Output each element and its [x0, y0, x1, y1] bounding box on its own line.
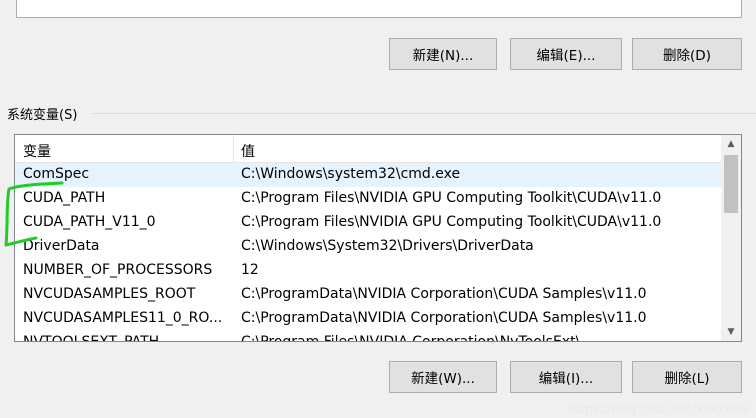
- user-var-new-button[interactable]: 新建(N)...: [389, 38, 497, 70]
- column-header-value[interactable]: 值: [241, 141, 255, 161]
- scrollbar-thumb[interactable]: [724, 155, 738, 213]
- variable-value: C:\ProgramData\NVIDIA Corporation\CUDA S…: [241, 286, 647, 302]
- table-row[interactable]: CUDA_PATH_V11_0 C:\Program Files\NVIDIA …: [15, 211, 721, 235]
- variable-value: C:\Windows\system32\cmd.exe: [241, 166, 461, 182]
- table-row[interactable]: NUMBER_OF_PROCESSORS 12: [15, 259, 721, 283]
- variable-name: CUDA_PATH: [23, 190, 106, 206]
- variable-value: 12: [241, 262, 259, 278]
- variable-value: C:\Program Files\NVIDIA GPU Computing To…: [241, 214, 662, 230]
- watermark: https://blog.csdn.net/xxxxxbai: [567, 402, 750, 416]
- system-var-new-button[interactable]: 新建(W)...: [389, 361, 497, 393]
- section-divider: [92, 113, 756, 114]
- variable-value: C:\Windows\System32\Drivers\DriverData: [241, 238, 534, 254]
- variable-name: ComSpec: [23, 166, 90, 182]
- variable-value: C:\Program Files\NVIDIA GPU Computing To…: [241, 190, 662, 206]
- column-divider[interactable]: [233, 135, 234, 162]
- user-variables-list[interactable]: [16, 0, 742, 18]
- variable-value: C:\ProgramData\NVIDIA Corporation\CUDA S…: [241, 310, 647, 326]
- system-variables-list[interactable]: 变量 值 ComSpec C:\Windows\system32\cmd.exe…: [14, 134, 742, 342]
- user-var-delete-button[interactable]: 删除(D): [632, 38, 742, 70]
- table-row[interactable]: CUDA_PATH C:\Program Files\NVIDIA GPU Co…: [15, 187, 721, 211]
- table-row[interactable]: NVCUDASAMPLES_ROOT C:\ProgramData\NVIDIA…: [15, 283, 721, 307]
- variable-name: NVCUDASAMPLES_ROOT: [23, 286, 196, 302]
- scroll-down-arrow-icon[interactable]: ▼: [721, 323, 741, 341]
- variable-name: NVTOOLSEXT_PATH: [23, 334, 160, 342]
- variable-name: NVCUDASAMPLES11_0_RO...: [23, 310, 223, 326]
- table-row[interactable]: ComSpec C:\Windows\system32\cmd.exe: [15, 163, 721, 187]
- scroll-up-arrow-icon[interactable]: ▲: [721, 135, 741, 153]
- list-header: 变量 值: [15, 135, 721, 163]
- variable-name: CUDA_PATH_V11_0: [23, 214, 156, 230]
- variable-value: C:\Program Files\NVIDIA Corporation\NvTo…: [241, 334, 581, 342]
- system-var-edit-button[interactable]: 编辑(I)...: [510, 361, 622, 393]
- user-var-edit-button[interactable]: 编辑(E)...: [510, 38, 622, 70]
- system-var-delete-button[interactable]: 删除(L): [632, 361, 742, 393]
- list-rows: ComSpec C:\Windows\system32\cmd.exe CUDA…: [15, 163, 721, 342]
- table-row[interactable]: DriverData C:\Windows\System32\Drivers\D…: [15, 235, 721, 259]
- variable-name: DriverData: [23, 238, 100, 254]
- vertical-scrollbar[interactable]: ▲ ▼: [721, 135, 741, 341]
- variable-name: NUMBER_OF_PROCESSORS: [23, 262, 213, 278]
- table-row[interactable]: NVCUDASAMPLES11_0_RO... C:\ProgramData\N…: [15, 307, 721, 331]
- table-row[interactable]: NVTOOLSEXT_PATH C:\Program Files\NVIDIA …: [15, 331, 721, 342]
- system-variables-label: 系统变量(S): [7, 104, 80, 123]
- column-header-name[interactable]: 变量: [23, 141, 51, 161]
